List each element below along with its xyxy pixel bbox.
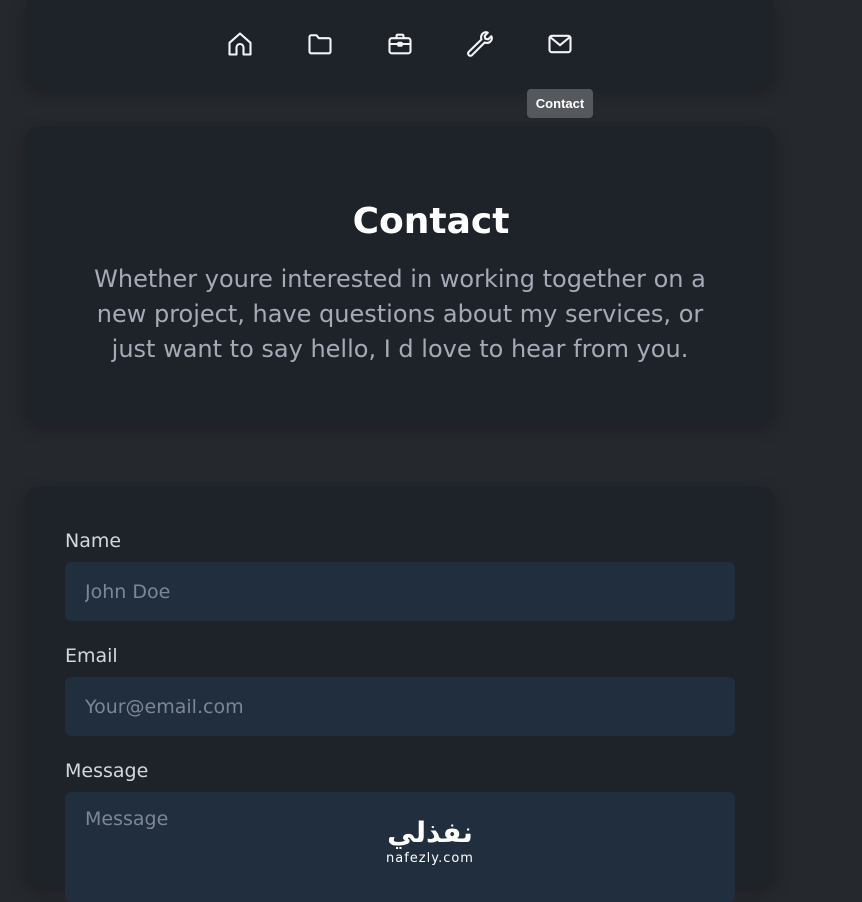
- nav-projects-button[interactable]: [306, 30, 334, 58]
- email-label: Email: [65, 645, 118, 667]
- watermark-arabic-text: نفذلي: [387, 816, 473, 849]
- top-navigation: [26, 0, 774, 88]
- page-description: Whether youre interested in working toge…: [94, 265, 706, 363]
- folder-icon: [308, 34, 332, 55]
- watermark-latin-text: nafezly.com: [386, 851, 474, 866]
- nafezly-watermark: نفذلي nafezly.com: [370, 815, 490, 867]
- home-icon: [228, 32, 252, 56]
- page-title: Contact: [352, 201, 510, 242]
- nav-contact-button[interactable]: [546, 30, 574, 58]
- nav-experience-button[interactable]: [386, 30, 414, 58]
- message-label: Message: [65, 760, 149, 782]
- contact-tooltip: Contact: [527, 89, 593, 118]
- nav-icon-bar: [26, 30, 774, 58]
- wrench-icon: [467, 31, 493, 57]
- name-label: Name: [65, 530, 122, 552]
- name-input[interactable]: [65, 562, 735, 621]
- email-input[interactable]: [65, 677, 735, 736]
- nav-tools-button[interactable]: [466, 30, 494, 58]
- mail-icon: [548, 34, 572, 54]
- briefcase-icon: [388, 33, 412, 55]
- nav-home-button[interactable]: [226, 30, 254, 58]
